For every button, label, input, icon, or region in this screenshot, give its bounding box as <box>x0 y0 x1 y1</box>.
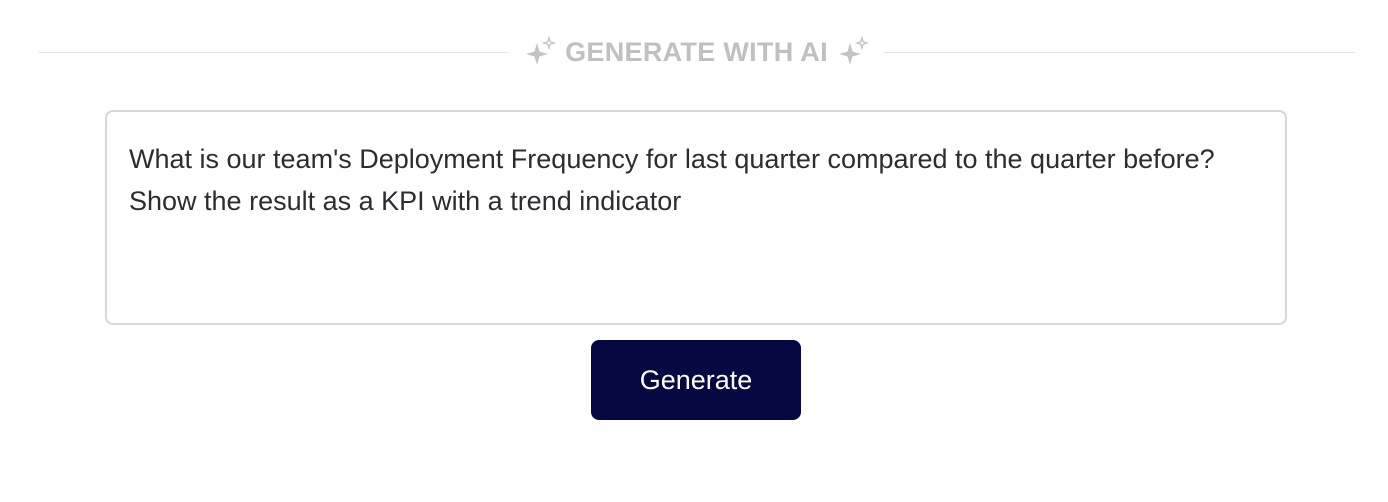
section-header: GENERATE WITH AI <box>509 35 884 69</box>
section-title: GENERATE WITH AI <box>565 36 828 67</box>
generate-button[interactable]: Generate <box>591 340 801 420</box>
generate-with-ai-panel: GENERATE WITH AI What is our team's Depl… <box>0 0 1388 502</box>
prompt-textarea[interactable]: What is our team's Deployment Frequency … <box>105 110 1287 325</box>
divider-line-left <box>38 51 510 53</box>
divider-line-right <box>883 51 1356 53</box>
sparkle-icon <box>523 35 557 69</box>
sparkle-icon <box>836 35 870 69</box>
section-divider: GENERATE WITH AI <box>38 29 1356 75</box>
